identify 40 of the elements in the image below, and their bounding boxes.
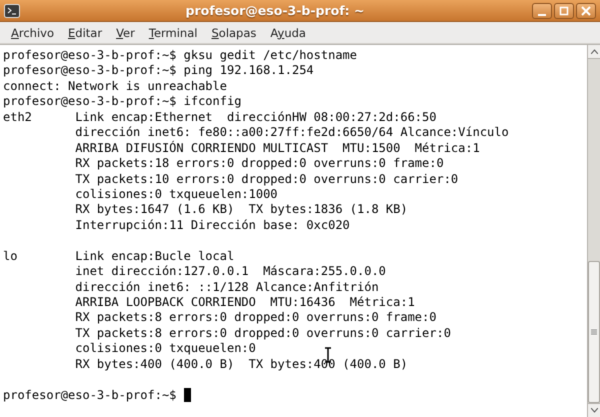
terminal-line: TX packets:10 errors:0 dropped:0 overruns:0 carrier:0: [74, 172, 458, 186]
grip-icon: [590, 328, 598, 336]
terminal-line: connect: Network is unreachable: [3, 78, 227, 93]
terminal-line: inet dirección:127.0.0.1 Máscara:255.0.0.0: [74, 264, 386, 278]
terminal-line: profesor@eso-3-b-prof:~$ ifconfig: [3, 94, 242, 108]
terminal-line: Interrupción:11 Dirección base: 0xc020: [74, 218, 351, 232]
terminal-line: RX packets:8 errors:0 dropped:0 overruns:0 frame:0: [74, 310, 436, 324]
maximize-button[interactable]: [554, 2, 574, 18]
window-title: profesor@eso-3-b-prof: ~: [184, 3, 366, 18]
terminal-line: ARRIBA LOOPBACK CORRIENDO MTU:16436 Métrica:1: [74, 295, 415, 309]
scroll-up-button[interactable]: [588, 45, 600, 59]
terminal-line: RX bytes:1647 (1.6 KB) TX bytes:1836 (1.8 KB): [74, 202, 408, 216]
terminal-line: dirección inet6: fe80::a00:27ff:fe2d:6650/64 Alcance:Vínculo: [74, 125, 509, 140]
terminal-line: colisiones:0 txqueuelen:0: [74, 341, 257, 356]
scroll-thumb[interactable]: [588, 261, 600, 403]
minimize-button[interactable]: [532, 2, 552, 18]
close-icon: [581, 6, 591, 16]
menu-item[interactable]: Terminal: [142, 24, 204, 42]
terminal-line: dirección inet6: ::1/128 Alcance:Anfitrión: [74, 280, 379, 294]
menu-item[interactable]: Solapas: [204, 24, 264, 42]
terminal-line: RX bytes:400 (400.0 B) TX bytes:400 (400.0 B): [74, 356, 408, 371]
terminal-line: ARRIBA DIFUSIÓN CORRIENDO MULTICAST MTU:1500 Métrica:1: [74, 140, 480, 155]
menu-item[interactable]: Ver: [109, 24, 142, 42]
minimize-icon: [538, 14, 546, 16]
menu-item[interactable]: Archivo: [4, 24, 61, 42]
terminal-line: lo Link encap:Bucle local: [3, 248, 236, 263]
terminal-line: colisiones:0 txqueuelen:1000: [74, 186, 279, 201]
scroll-down-button[interactable]: [588, 403, 600, 417]
terminal-line: profesor@eso-3-b-prof:~$ ping 192.168.1.254: [3, 63, 314, 78]
terminal-line: eth2 Link encap:Ethernet direcciónHW 08:00:27:2d:66:50: [3, 110, 438, 124]
scrollbar[interactable]: [587, 45, 600, 417]
maximize-icon: [559, 6, 569, 16]
terminal-line: RX packets:18 errors:0 dropped:0 overruns:0 frame:0: [74, 156, 444, 170]
terminal-line: TX packets:8 errors:0 dropped:0 overruns:0 carrier:0: [74, 326, 451, 340]
terminal-prompt: profesor@eso-3-b-prof:~$: [3, 388, 178, 402]
terminal-line: profesor@eso-3-b-prof:~$ gksu gedit /etc/hostname: [3, 48, 358, 62]
menu-item[interactable]: Ayuda: [263, 24, 313, 42]
terminal-icon[interactable]: [4, 4, 20, 18]
menu-item[interactable]: Editar: [61, 24, 110, 42]
close-button[interactable]: [576, 2, 596, 18]
